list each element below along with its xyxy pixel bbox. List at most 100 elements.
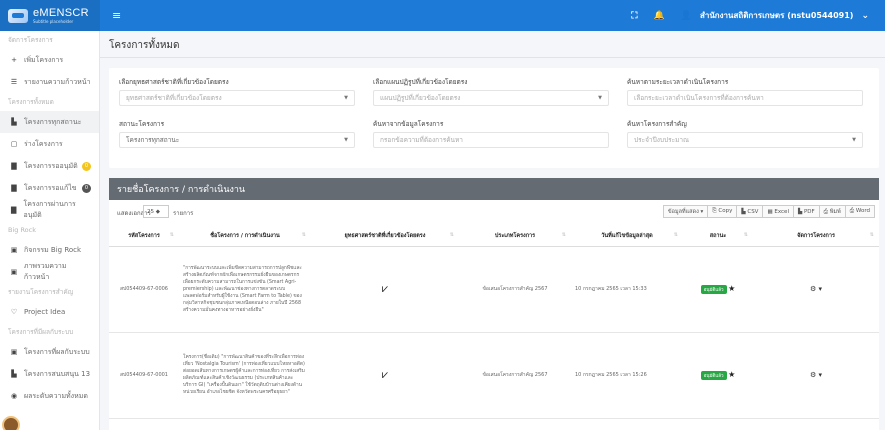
export-button[interactable]: ข้อมูลที่แสดง ▾ — [662, 205, 709, 218]
sidebar-item-label: โครงการผ่านการอนุมัติ — [23, 200, 76, 219]
sidebar-item-icon: ☰ — [10, 78, 18, 86]
chart-icon[interactable]: ⩗ — [382, 282, 388, 295]
column-header[interactable]: ชื่อโครงการ / การดำเนินงาน ⇅ — [179, 226, 311, 247]
sidebar-item[interactable]: ◉ ผลระดับความทั้งหมด — [0, 385, 99, 407]
sidebar-item[interactable]: ▙ โครงการทุกสถานะ — [0, 111, 99, 133]
sidebar-item[interactable]: ▢ ร่างโครงการ — [0, 133, 99, 155]
avatar[interactable] — [2, 416, 20, 430]
status-cell: อนุมัติแล้ว ★ — [683, 246, 753, 333]
filter-strategy-label: เลือกยุทธศาสตร์ชาติที่เกี่ยวข้องโดยตรง — [119, 78, 229, 86]
strategy-cell: ⩗ — [311, 332, 459, 419]
last-updated: 10 กรกฎาคม 2565 เวลา 15:33 — [571, 246, 683, 333]
export-button[interactable]: ⎙ พิมพ์ — [818, 205, 846, 218]
filter-panel: เลือกยุทธศาสตร์ชาติที่เกี่ยวข้องโดยตรง ย… — [109, 68, 879, 168]
sidebar-item[interactable]: ▙ โครงการสนบสนุน 13 — [0, 363, 99, 385]
sort-icon[interactable]: ⇅ — [562, 232, 566, 238]
sidebar-section-heading: จัดการโครงการ — [8, 36, 53, 44]
status-cell: อนุมัติแล้ว ★ — [683, 332, 753, 419]
filter-search-label: ค้นหาจากข้อมูลโครงการ — [373, 120, 444, 128]
sidebar-item[interactable]: ▇ โครงการผ่านการอนุมัติ — [0, 199, 99, 221]
sidebar-item[interactable]: ▣ โครงการที่ผลกับระบบ — [0, 341, 99, 363]
table-row[interactable]: สป054409-67-0006 "การพัฒนาระบบและเพิ่มขีด… — [109, 246, 879, 333]
search-input[interactable]: กรอกข้อความที่ต้องการค้นหา — [373, 132, 609, 148]
column-header-label: วันที่แก้ไขข้อมูลล่าสุด — [601, 232, 653, 239]
filter-period-input[interactable]: เลือกระยะเวลาดำเนินโครงการที่ต้องการค้นห… — [627, 90, 863, 106]
export-button[interactable]: ⎘ Copy — [707, 205, 738, 218]
sort-icon[interactable]: ⇅ — [450, 232, 454, 238]
filter-fiscal-year-select[interactable]: ประจำปีงบประมาณ ▼ — [627, 132, 863, 148]
filter-strategy-select[interactable]: ยุทธศาสตร์ชาติที่เกี่ยวข้องโดยตรง ▼ — [119, 90, 355, 106]
hamburger-icon[interactable]: ≡ — [112, 9, 121, 22]
count-badge: 0 — [82, 183, 91, 193]
export-button[interactable]: ▙ CSV — [736, 205, 764, 218]
brand[interactable]: eMENSCR Subtitle placeholder — [0, 0, 100, 31]
gear-icon[interactable]: ⚙ ▾ — [810, 285, 822, 293]
column-header[interactable]: ประเภทโครงการ ⇅ — [459, 226, 571, 247]
page-title: โครงการทั้งหมด — [109, 40, 180, 51]
sidebar-item-label: ร่างโครงการ — [24, 139, 63, 148]
sidebar-item[interactable]: ☰ รายงานความก้าวหน้า — [0, 71, 99, 93]
column-header-label: ยุทธศาสตร์ชาติที่เกี่ยวข้องโดยตรง — [344, 232, 426, 239]
column-header-label: ประเภทโครงการ — [494, 232, 536, 239]
project-type: ข้อเสนอโครงการสำคัญ 2567 — [459, 332, 571, 419]
page-size-select[interactable]: 25 ◆ — [143, 205, 169, 218]
status-badge: อนุมัติแล้ว — [700, 371, 727, 380]
column-header[interactable]: สถานะ ⇅ — [683, 226, 753, 247]
sidebar-item[interactable]: ▇ โครงการรออนุมัติ 0 — [0, 155, 99, 177]
sidebar: จัดการโครงการ + เพิ่มโครงการ ☰ รายงานความก้า… — [0, 31, 100, 430]
project-name[interactable]: "การพัฒนาระบบและเพิ่มขีดความสามารถการปลู… — [179, 246, 311, 333]
column-header[interactable]: วันที่แก้ไขข้อมูลล่าสุด ⇅ — [571, 226, 683, 247]
count-badge: 0 — [82, 161, 91, 171]
sidebar-item-icon: ♡ — [10, 308, 18, 316]
sidebar-item[interactable]: ▇ โครงการรอแก้ไข 0 — [0, 177, 99, 199]
sidebar-item[interactable]: ▣ ภาพรวมความก้าวหน้า — [0, 261, 99, 283]
filter-period-label: ค้นหาตามระยะเวลาดำเนินโครงการ — [627, 78, 729, 86]
sidebar-item[interactable]: + เพิ่มโครงการ — [0, 49, 99, 71]
sidebar-section-heading: Big Rock — [8, 226, 36, 234]
column-header[interactable]: ยุทธศาสตร์ชาติที่เกี่ยวข้องโดยตรง ⇅ — [311, 226, 459, 247]
chevron-down-icon[interactable]: ⌄ — [861, 11, 869, 21]
column-header-label: ชื่อโครงการ / การดำเนินงาน — [210, 232, 280, 239]
sidebar-item-icon: ▇ — [11, 184, 17, 192]
project-code: สป054409-67-0006 — [109, 246, 179, 333]
sort-icon[interactable]: ⇅ — [674, 232, 678, 238]
filter-reform-select[interactable]: แผนปฏิรูปที่เกี่ยวข้องโดยตรง ▼ — [373, 90, 609, 106]
filter-status-select[interactable]: โครงการทุกสถานะ ▼ — [119, 132, 355, 148]
sidebar-item-label: กิจกรรม Big Rock — [24, 245, 82, 254]
caret-icon: ▼ — [344, 137, 348, 143]
bell-icon[interactable]: 🔔 — [654, 11, 665, 21]
last-updated: 10 กรกฎาคม 2565 เวลา 15:26 — [571, 332, 683, 419]
sidebar-item-icon: ▣ — [10, 246, 18, 254]
sidebar-item[interactable]: ▣ กิจกรรม Big Rock — [0, 239, 99, 261]
project-type: ข้อเสนอโครงการสำคัญ 2567 — [459, 246, 571, 333]
project-name[interactable]: โครงการ(ชื่อเดิม) "การพัฒนาสินค้าของที่ร… — [179, 332, 311, 419]
column-header[interactable]: จัดการโครงการ ⇅ — [753, 226, 879, 247]
top-bar: eMENSCR Subtitle placeholder ≡ ⛶ 🔔 👤 สำน… — [0, 0, 885, 31]
export-button[interactable]: ▙ PDF — [792, 205, 820, 218]
sort-icon[interactable]: ⇅ — [302, 232, 306, 238]
export-button[interactable]: ▦ Excel — [762, 205, 794, 218]
divider — [100, 57, 885, 58]
column-header[interactable]: รหัสโครงการ ⇅ — [109, 226, 179, 247]
filter-status-label: สถานะโครงการ — [119, 120, 165, 128]
sidebar-item[interactable]: ♡ Project Idea — [0, 301, 99, 323]
chart-icon[interactable]: ⩗ — [382, 368, 388, 381]
sidebar-item-label: โครงการรออนุมัติ — [24, 161, 78, 170]
sort-icon[interactable]: ⇅ — [744, 232, 748, 238]
export-button[interactable]: ⎙ Word — [844, 205, 875, 218]
filter-reform-label: เลือกแผนปฏิรูปที่เกี่ยวข้องโดยตรง — [373, 78, 468, 86]
user-menu[interactable]: สำนักงานสถิติการเกษตร (nstu0544091) — [700, 9, 854, 22]
caret-icon: ▼ — [344, 95, 348, 101]
star-icon[interactable]: ★ — [728, 370, 735, 379]
sidebar-item-label: โครงการสนบสนุน 13 — [24, 369, 91, 378]
sidebar-item-icon: ▢ — [10, 140, 18, 148]
app-subtitle: Subtitle placeholder — [33, 19, 74, 24]
gear-icon[interactable]: ⚙ ▾ — [810, 371, 822, 379]
star-icon[interactable]: ★ — [728, 284, 735, 293]
sort-icon[interactable]: ⇅ — [870, 232, 874, 238]
table-row[interactable]: สป054409-67-0001 โครงการ(ชื่อเดิม) "การพั… — [109, 332, 879, 419]
strategy-cell: ⩗ — [311, 246, 459, 333]
fullscreen-icon[interactable]: ⛶ — [631, 11, 637, 21]
sidebar-item-label: ผลระดับความทั้งหมด — [24, 391, 88, 400]
sort-icon[interactable]: ⇅ — [170, 232, 174, 238]
